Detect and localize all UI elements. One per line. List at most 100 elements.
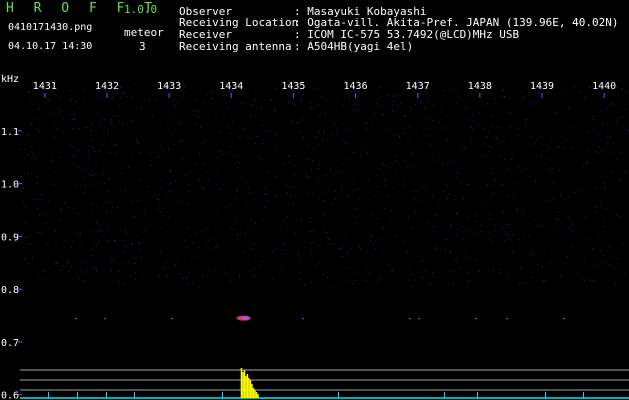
noise-speck [510, 112, 512, 114]
noise-speck [366, 152, 368, 154]
meteor-echo-core [242, 316, 249, 320]
noise-speck [574, 192, 576, 194]
noise-speck [53, 184, 55, 186]
noise-speck [24, 221, 26, 223]
noise-speck [324, 189, 326, 190]
noise-speck [330, 168, 332, 170]
noise-speck [142, 231, 144, 233]
spectrum-tick [222, 392, 223, 398]
noise-speck [413, 190, 415, 192]
spectrum-spike [248, 378, 250, 398]
noise-speck [27, 154, 29, 155]
noise-speck [360, 154, 362, 156]
noise-speck [140, 257, 142, 259]
noise-speck [452, 220, 454, 222]
noise-speck [386, 128, 388, 130]
noise-speck [595, 187, 597, 189]
noise-speck [331, 138, 333, 140]
noise-speck [522, 96, 524, 98]
noise-speck [195, 256, 197, 258]
noise-speck [577, 109, 579, 111]
noise-speck [36, 182, 38, 184]
noise-speck [580, 111, 582, 113]
noise-speck [508, 274, 510, 275]
noise-speck [418, 226, 420, 228]
noise-speck [618, 117, 620, 119]
noise-speck [504, 233, 506, 235]
noise-speck [270, 131, 272, 132]
noise-speck [132, 236, 134, 238]
noise-speck [74, 118, 76, 120]
noise-speck [282, 243, 284, 245]
noise-speck [127, 233, 129, 235]
noise-speck [54, 126, 56, 128]
noise-speck [289, 195, 291, 197]
noise-speck [63, 246, 65, 248]
noise-speck [222, 124, 224, 126]
noise-speck [65, 154, 67, 156]
noise-speck [498, 141, 500, 143]
noise-speck [341, 191, 343, 193]
noise-speck [186, 247, 188, 249]
noise-speck [397, 142, 399, 144]
noise-speck [446, 139, 448, 141]
noise-speck [551, 171, 553, 172]
noise-speck [86, 268, 88, 269]
noise-speck [55, 241, 57, 243]
noise-speck [297, 213, 299, 215]
noise-speck [473, 145, 475, 147]
noise-speck [194, 186, 195, 188]
noise-speck [531, 276, 533, 278]
noise-speck [109, 177, 111, 179]
noise-speck [331, 203, 333, 205]
noise-speck [149, 152, 151, 154]
noise-speck [83, 192, 85, 194]
noise-speck [337, 160, 338, 162]
noise-speck [454, 260, 456, 262]
noise-speck [105, 201, 107, 203]
noise-speck [208, 239, 209, 241]
noise-speck [223, 114, 225, 116]
noise-speck [554, 245, 556, 247]
noise-speck [541, 281, 543, 283]
noise-speck [549, 160, 551, 162]
noise-speck [506, 169, 508, 171]
noise-speck [233, 222, 235, 224]
noise-speck [228, 153, 230, 155]
noise-speck [181, 140, 183, 142]
noise-speck [119, 105, 121, 107]
noise-speck [105, 236, 107, 238]
noise-speck [609, 209, 611, 211]
noise-speck [174, 105, 176, 107]
noise-speck [56, 129, 58, 131]
noise-speck [230, 204, 232, 206]
noise-speck [218, 180, 219, 182]
noise-speck [377, 186, 379, 188]
spectrum-tick [477, 392, 478, 398]
noise-speck [112, 92, 114, 94]
noise-speck [322, 96, 324, 98]
noise-speck [466, 256, 467, 258]
noise-speck [78, 213, 80, 215]
noise-speck [216, 209, 218, 211]
noise-speck [102, 154, 104, 156]
noise-speck [494, 98, 496, 100]
noise-speck [69, 90, 71, 92]
noise-speck [442, 125, 444, 127]
noise-speck [242, 102, 243, 104]
noise-speck [87, 271, 88, 273]
noise-speck [532, 285, 534, 286]
noise-speck [474, 259, 476, 261]
noise-speck [318, 198, 320, 200]
noise-speck [74, 211, 76, 213]
noise-speck [159, 156, 161, 158]
noise-speck [623, 108, 625, 110]
noise-speck [207, 227, 209, 229]
noise-speck [430, 284, 432, 285]
noise-speck [74, 156, 76, 158]
noise-speck [573, 259, 575, 261]
noise-speck [595, 207, 597, 209]
noise-speck [399, 136, 400, 138]
noise-speck [571, 224, 573, 226]
noise-speck [316, 137, 318, 139]
